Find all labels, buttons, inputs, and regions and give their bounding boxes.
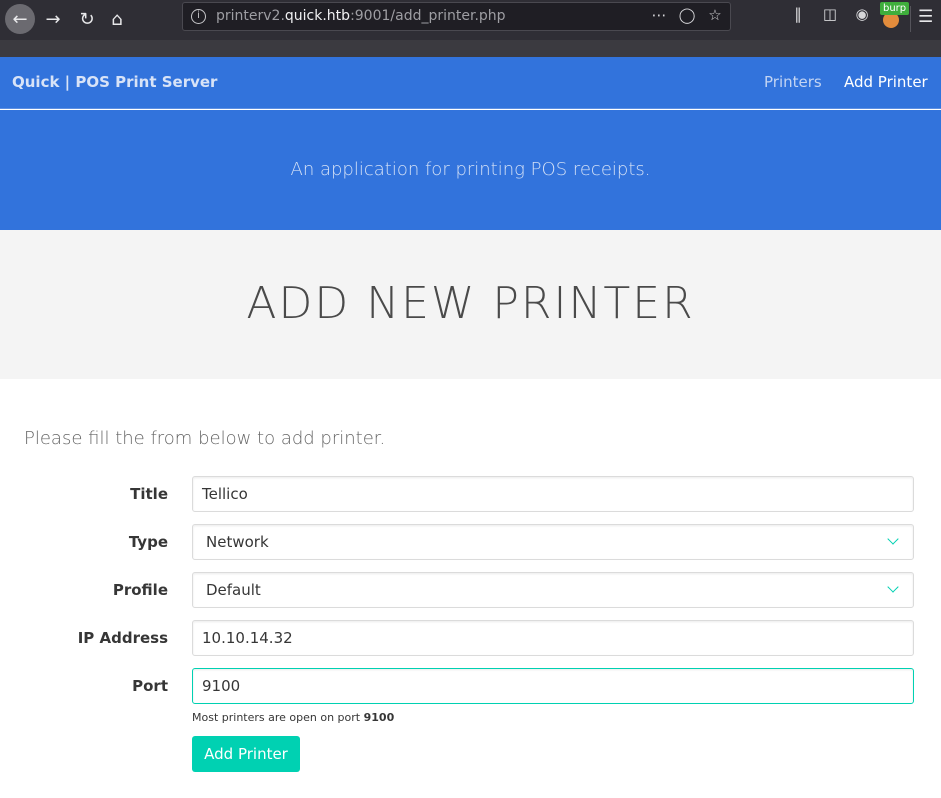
title-section: ADD NEW PRINTER <box>0 230 941 379</box>
sidebar-icon[interactable]: ◫ <box>814 5 846 23</box>
burp-badge: burp <box>880 2 910 15</box>
url-bar[interactable]: i printerv2.quick.htb:9001/add_printer.p… <box>182 2 731 31</box>
nav-link-add-printer[interactable]: Add Printer <box>844 73 928 91</box>
title-input[interactable]: Tellico <box>192 476 914 512</box>
title-label: Title <box>130 485 168 503</box>
pocket-icon[interactable]: ◯ <box>678 6 696 24</box>
port-input[interactable]: 9100 <box>192 668 914 704</box>
type-select-value: Network <box>206 533 269 551</box>
toolbar-strip <box>0 40 941 57</box>
type-select[interactable]: Network <box>192 524 914 560</box>
hero-subtitle: An application for printing POS receipts… <box>290 159 651 180</box>
help-port-value: 9100 <box>363 711 395 724</box>
reload-icon[interactable]: ↻ <box>72 4 102 34</box>
more-icon[interactable]: ⋯ <box>650 6 668 24</box>
profile-select[interactable]: Default <box>192 572 914 608</box>
page-title: ADD NEW PRINTER <box>246 278 695 329</box>
url-text[interactable]: printerv2.quick.htb:9001/add_printer.php <box>216 8 506 24</box>
brand-link[interactable]: Quick | POS Print Server <box>12 73 217 91</box>
info-icon[interactable]: i <box>191 9 206 24</box>
add-printer-button[interactable]: Add Printer <box>192 736 300 772</box>
profile-label: Profile <box>112 581 168 599</box>
port-label: Port <box>132 677 168 695</box>
form-intro: Please fill the from below to add printe… <box>24 428 386 449</box>
forward-icon[interactable]: → <box>38 4 68 34</box>
type-label: Type <box>128 533 168 551</box>
menu-icon[interactable]: ☰ <box>918 7 933 27</box>
chevron-down-icon <box>887 533 899 545</box>
port-help-text: Most printers are open on port 9100 <box>192 711 395 724</box>
site-navbar: Quick | POS Print Server Printers Add Pr… <box>0 57 941 109</box>
toolbar-divider <box>910 6 911 32</box>
hero-banner: An application for printing POS receipts… <box>0 110 941 230</box>
back-icon[interactable]: ← <box>5 4 35 34</box>
bookmark-star-icon[interactable]: ☆ <box>706 6 724 24</box>
library-icon[interactable]: ‖ <box>782 5 814 23</box>
home-icon[interactable]: ⌂ <box>102 4 132 34</box>
nav-link-printers[interactable]: Printers <box>764 73 822 91</box>
ip-input[interactable]: 10.10.14.32 <box>192 620 914 656</box>
account-icon[interactable]: ◉ <box>846 5 878 23</box>
browser-toolbar: ← → ↻ ⌂ i printerv2.quick.htb:9001/add_p… <box>0 0 941 40</box>
ip-label: IP Address <box>77 629 168 647</box>
chevron-down-icon <box>887 581 899 593</box>
profile-select-value: Default <box>206 581 261 599</box>
